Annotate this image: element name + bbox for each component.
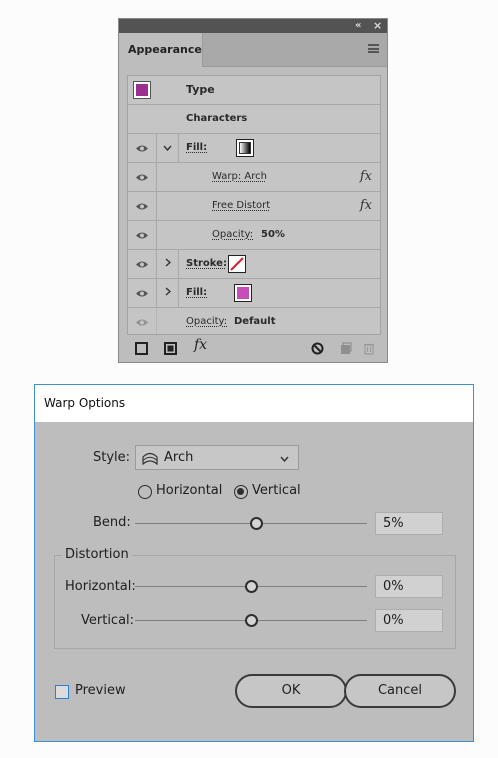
opacity-label[interactable]: Opacity:	[212, 221, 253, 249]
row-type-label: Type	[186, 83, 215, 96]
chevron-down-icon	[280, 447, 289, 470]
indent-cell	[157, 221, 179, 249]
fx-icon: fx	[359, 169, 372, 184]
bend-value-field[interactable]: 5%	[375, 512, 443, 535]
fx-icon: fx	[359, 198, 372, 213]
duplicate-item-icon[interactable]	[339, 340, 352, 359]
cancel-button[interactable]: Cancel	[344, 674, 456, 708]
panel-tab-row: Appearance	[119, 33, 387, 67]
add-effect-fx-icon[interactable]: fx	[194, 337, 207, 353]
indent-cell	[157, 192, 179, 220]
eye-icon[interactable]	[128, 134, 157, 162]
free-distort-label[interactable]: Free Distort	[212, 192, 270, 220]
eye-icon[interactable]	[128, 250, 157, 278]
horizontal-radio-label[interactable]: Horizontal	[156, 483, 222, 498]
row-fill-expanded[interactable]: Fill:	[128, 134, 380, 163]
arch-style-icon	[142, 450, 158, 473]
horizontal-value-field[interactable]: 0%	[375, 575, 443, 598]
row-characters[interactable]: Characters	[128, 105, 380, 134]
add-stroke-icon[interactable]	[135, 340, 148, 359]
bend-label: Bend:	[93, 515, 131, 530]
eye-icon[interactable]	[128, 163, 157, 191]
vertical-radio-label[interactable]: Vertical	[252, 483, 301, 498]
panel-bottom-toolbar: fx	[119, 333, 387, 362]
chevron-right-icon[interactable]	[157, 279, 179, 307]
row-free-distort[interactable]: Free Distort fx	[128, 192, 380, 221]
stroke-none-swatch[interactable]	[228, 255, 246, 273]
eye-icon[interactable]	[128, 279, 157, 307]
vertical-value-field[interactable]: 0%	[375, 609, 443, 632]
style-select[interactable]: Arch	[135, 445, 299, 470]
fill-label[interactable]: Fill:	[186, 279, 207, 307]
opacity-value: Default	[234, 316, 276, 327]
stroke-label[interactable]: Stroke:	[186, 250, 227, 278]
horizontal-distortion-label: Horizontal:	[65, 579, 136, 594]
ok-button[interactable]: OK	[235, 674, 347, 708]
appearance-panel: « × Appearance Type Characters Fill: War…	[118, 18, 388, 363]
vertical-radio[interactable]	[234, 485, 248, 499]
dialog-title: Warp Options	[35, 385, 473, 422]
eye-icon[interactable]	[128, 192, 157, 220]
style-label: Style:	[93, 450, 131, 465]
indent-cell	[157, 163, 179, 191]
row-warp-arch[interactable]: Warp: Arch fx	[128, 163, 380, 192]
row-fill-collapsed[interactable]: Fill:	[128, 279, 380, 308]
bend-slider-knob[interactable]	[250, 517, 263, 530]
preview-checkbox[interactable]	[55, 685, 69, 699]
trash-icon[interactable]	[363, 340, 375, 359]
opacity-value: 50%	[261, 229, 285, 240]
warp-effect-label[interactable]: Warp: Arch	[212, 163, 267, 191]
warp-options-dialog: Warp Options Style: Arch Horizontal Vert…	[34, 384, 474, 742]
fill-label[interactable]: Fill:	[186, 134, 207, 162]
add-fill-icon[interactable]	[164, 340, 177, 359]
appearance-list: Type Characters Fill: Warp: Arch fx Free…	[127, 75, 381, 336]
horizontal-slider-knob[interactable]	[245, 580, 258, 593]
vertical-distortion-label: Vertical:	[81, 613, 135, 628]
distortion-group-label: Distortion	[62, 547, 132, 562]
panel-menu-icon[interactable]	[368, 44, 379, 53]
tab-appearance[interactable]: Appearance	[119, 33, 203, 67]
style-select-value: Arch	[164, 450, 194, 465]
chevron-right-icon[interactable]	[157, 250, 179, 278]
row-opacity-fill[interactable]: Opacity: 50%	[128, 221, 380, 250]
type-thumbnail-cell	[128, 76, 157, 104]
preview-label[interactable]: Preview	[75, 683, 126, 698]
fill-color-swatch[interactable]	[234, 284, 252, 302]
vertical-slider-knob[interactable]	[245, 614, 258, 627]
chevron-down-icon[interactable]	[157, 134, 179, 162]
collapse-icon[interactable]: «	[355, 19, 361, 33]
eye-icon[interactable]	[128, 221, 157, 249]
gradient-swatch[interactable]	[236, 139, 254, 157]
opacity-label[interactable]: Opacity:	[186, 308, 227, 336]
row-stroke[interactable]: Stroke:	[128, 250, 380, 279]
clear-appearance-icon[interactable]	[311, 340, 324, 359]
distortion-group	[54, 555, 456, 649]
panel-title-bar: « ×	[119, 19, 387, 33]
eye-icon[interactable]	[128, 308, 157, 336]
row-type[interactable]: Type	[128, 76, 380, 105]
type-thumbnail	[133, 81, 151, 99]
horizontal-radio[interactable]	[138, 485, 152, 499]
indent-cell	[157, 308, 179, 336]
close-icon[interactable]: ×	[373, 19, 382, 33]
row-characters-label: Characters	[186, 113, 248, 124]
